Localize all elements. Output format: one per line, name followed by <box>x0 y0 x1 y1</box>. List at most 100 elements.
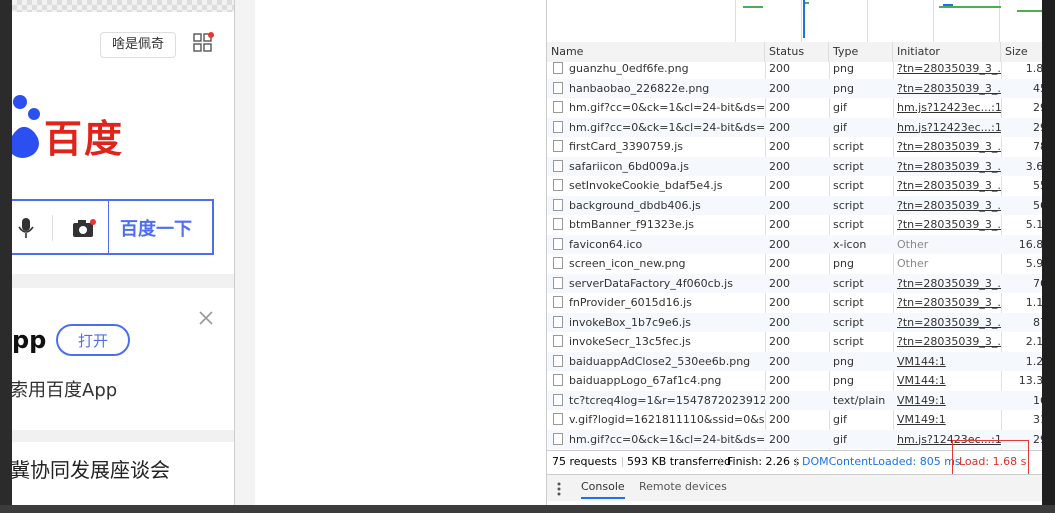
table-row[interactable]: tc?tcreq4log=1&r=1547872023912&... 200 tex… <box>547 390 1055 410</box>
cell-initiator[interactable]: hm.js?12423ec...:18 <box>893 118 1001 137</box>
hint-chip-label: 啥是佩奇 <box>111 37 164 52</box>
cell-status: 200 <box>769 413 790 426</box>
cell-name: fnProvider_6015d16.js <box>547 293 765 312</box>
cell-name: v.gif?logid=1621811110&ssid=0&sid... <box>547 410 765 429</box>
cell-initiator[interactable]: ?tn=28035039_3_... <box>893 332 1001 351</box>
cell-initiator[interactable]: hm.js?12423ec...:18 <box>893 98 1001 117</box>
cell-status: 200 <box>769 237 790 251</box>
table-row[interactable]: background_dbdb406.js 200 script ?tn=280350… <box>547 195 1055 215</box>
file-icon <box>553 237 563 250</box>
file-icon <box>553 218 563 230</box>
cell-name: screen_icon_new.png <box>547 254 765 273</box>
cell-initiator[interactable]: ?tn=28035039_3_... <box>893 79 1001 98</box>
cell-status: 200 <box>769 198 790 212</box>
cell-name: hanbaobao_226822e.png <box>547 79 765 98</box>
cell-type: script <box>833 218 864 231</box>
file-icon <box>553 81 563 94</box>
cell-name: firstCard_3390759.js <box>547 137 765 156</box>
app-open-label: 打开 <box>77 332 108 350</box>
table-row[interactable]: favicon64.ico 200 x-icon Other 16.8 K <box>547 234 1055 254</box>
cell-initiator[interactable]: ?tn=28035039_3_... <box>893 274 1001 293</box>
cell-type: gif <box>833 120 847 134</box>
app-open-button[interactable]: 打开 <box>56 324 130 356</box>
file-icon <box>553 335 563 347</box>
cell-type: x-icon <box>833 237 867 251</box>
cell-status: 200 <box>769 101 790 114</box>
cell-initiator[interactable]: ?tn=28035039_3_... <box>893 293 1001 312</box>
app-banner-title: pp <box>12 326 47 354</box>
file-icon <box>553 315 563 328</box>
cell-name: safariicon_6bd009a.js <box>547 157 765 176</box>
cell-status: 200 <box>769 393 790 407</box>
cell-initiator[interactable]: ?tn=28035039_3_... <box>893 157 1001 176</box>
table-row[interactable]: baiduappLogo_67af1c4.png 200 png VM144:1 13.… <box>547 371 1055 391</box>
cell-initiator[interactable]: ?tn=28035039_3_... <box>893 176 1001 195</box>
search-box[interactable]: 百度一下 <box>12 199 214 255</box>
mobile-page-preview: 啥是佩奇 百度 百度一下 pp 打开 索用百度App 冀协同发展座谈会 <box>12 0 234 505</box>
table-row[interactable]: hm.gif?cc=0&ck=1&cl=24-bit&ds=3... 200 gif… <box>547 117 1055 137</box>
table-row[interactable]: v.gif?logid=1621811110&ssid=0&sid... 200 g… <box>547 410 1055 430</box>
file-icon <box>553 296 563 308</box>
table-row[interactable]: safariicon_6bd009a.js 200 script ?tn=280350… <box>547 156 1055 176</box>
cell-initiator[interactable]: ?tn=28035039_3_... <box>893 59 1001 78</box>
file-icon <box>553 257 563 269</box>
table-row[interactable]: btmBanner_f91323e.js 200 script ?tn=2803503… <box>547 215 1055 235</box>
table-row[interactable]: hanbaobao_226822e.png 200 png ?tn=28035039_… <box>547 78 1055 98</box>
file-icon <box>553 120 563 133</box>
file-icon <box>553 354 563 367</box>
cell-name: setInvokeCookie_bdaf5e4.js <box>547 176 765 195</box>
taskbar-strip <box>0 505 1055 513</box>
table-row[interactable]: firstCard_3390759.js 200 script ?tn=2803503… <box>547 137 1055 157</box>
cell-initiator[interactable]: VM144:1 <box>893 352 1001 371</box>
cell-initiator[interactable]: ?tn=28035039_3_... <box>893 137 1001 156</box>
table-row[interactable]: guanzhu_0edf6fe.png 200 png ?tn=28035039_3_… <box>547 59 1055 79</box>
cell-name: tc?tcreq4log=1&r=1547872023912&... <box>547 391 765 410</box>
drawer-menu-icon[interactable] <box>557 481 561 505</box>
section-gap <box>12 274 234 288</box>
microphone-icon[interactable] <box>18 217 34 243</box>
cell-initiator[interactable]: ?tn=28035039_3_... <box>893 215 1001 234</box>
cell-type: png <box>833 81 854 95</box>
close-icon[interactable] <box>198 310 214 330</box>
cell-status: 200 <box>769 140 790 153</box>
table-row[interactable]: invokeSecr_13c5fec.js 200 script ?tn=280350… <box>547 332 1055 352</box>
file-icon <box>553 179 563 191</box>
cell-status: 200 <box>769 315 790 329</box>
table-row[interactable]: fnProvider_6015d16.js 200 script ?tn=280350… <box>547 293 1055 313</box>
hint-chip[interactable]: 啥是佩奇 <box>100 32 176 58</box>
cell-name: hm.gif?cc=0&ck=1&cl=24-bit&ds=3... <box>547 118 765 137</box>
file-icon <box>553 393 563 406</box>
table-row[interactable]: baiduappAdClose2_530ee6b.png 200 png VM144:… <box>547 351 1055 371</box>
table-row[interactable]: invokeBox_1b7c9e6.js 200 script ?tn=2803503… <box>547 312 1055 332</box>
table-row[interactable]: hm.gif?cc=0&ck=1&cl=24-bit&ds=3... 200 gif… <box>547 98 1055 118</box>
file-icon <box>553 198 563 211</box>
table-row[interactable]: serverDataFactory_4f060cb.js 200 script ?tn… <box>547 273 1055 293</box>
cell-name: invokeBox_1b7c9e6.js <box>547 313 765 332</box>
cell-initiator[interactable]: VM149:1 <box>893 410 1001 429</box>
cell-type: png <box>833 354 854 368</box>
request-table: guanzhu_0edf6fe.png 200 png ?tn=28035039_3_… <box>547 59 1055 450</box>
cell-initiator[interactable]: ?tn=28035039_3_... <box>893 196 1001 215</box>
cell-type: script <box>833 315 864 329</box>
tab-console[interactable]: Console <box>581 475 625 499</box>
news-headline[interactable]: 冀协同发展座谈会 <box>12 454 170 483</box>
cell-type: gif <box>833 432 847 446</box>
table-row[interactable]: setInvokeCookie_bdaf5e4.js 200 script ?tn=2… <box>547 176 1055 196</box>
tab-remote-devices[interactable]: Remote devices <box>639 475 727 499</box>
camera-icon[interactable] <box>72 219 96 243</box>
cell-name: invokeSecr_13c5fec.js <box>547 332 765 351</box>
file-icon <box>553 413 563 425</box>
table-row[interactable]: screen_icon_new.png 200 png Other 5.9 K <box>547 254 1055 274</box>
cell-initiator[interactable]: VM149:1 <box>893 391 1001 410</box>
cell-initiator[interactable]: VM144:1 <box>893 371 1001 390</box>
section-gap <box>12 430 234 442</box>
cell-initiator[interactable]: ?tn=28035039_3_... <box>893 313 1001 332</box>
cell-type: script <box>833 179 864 192</box>
preview-gutter <box>234 0 256 505</box>
file-icon <box>553 101 563 113</box>
network-overview-timeline[interactable] <box>547 0 1055 43</box>
search-button[interactable]: 百度一下 <box>120 215 192 241</box>
grid-menu-icon[interactable] <box>192 32 214 54</box>
cell-status: 200 <box>769 374 790 387</box>
finish-time: Finish: 2.26 s <box>727 455 800 468</box>
